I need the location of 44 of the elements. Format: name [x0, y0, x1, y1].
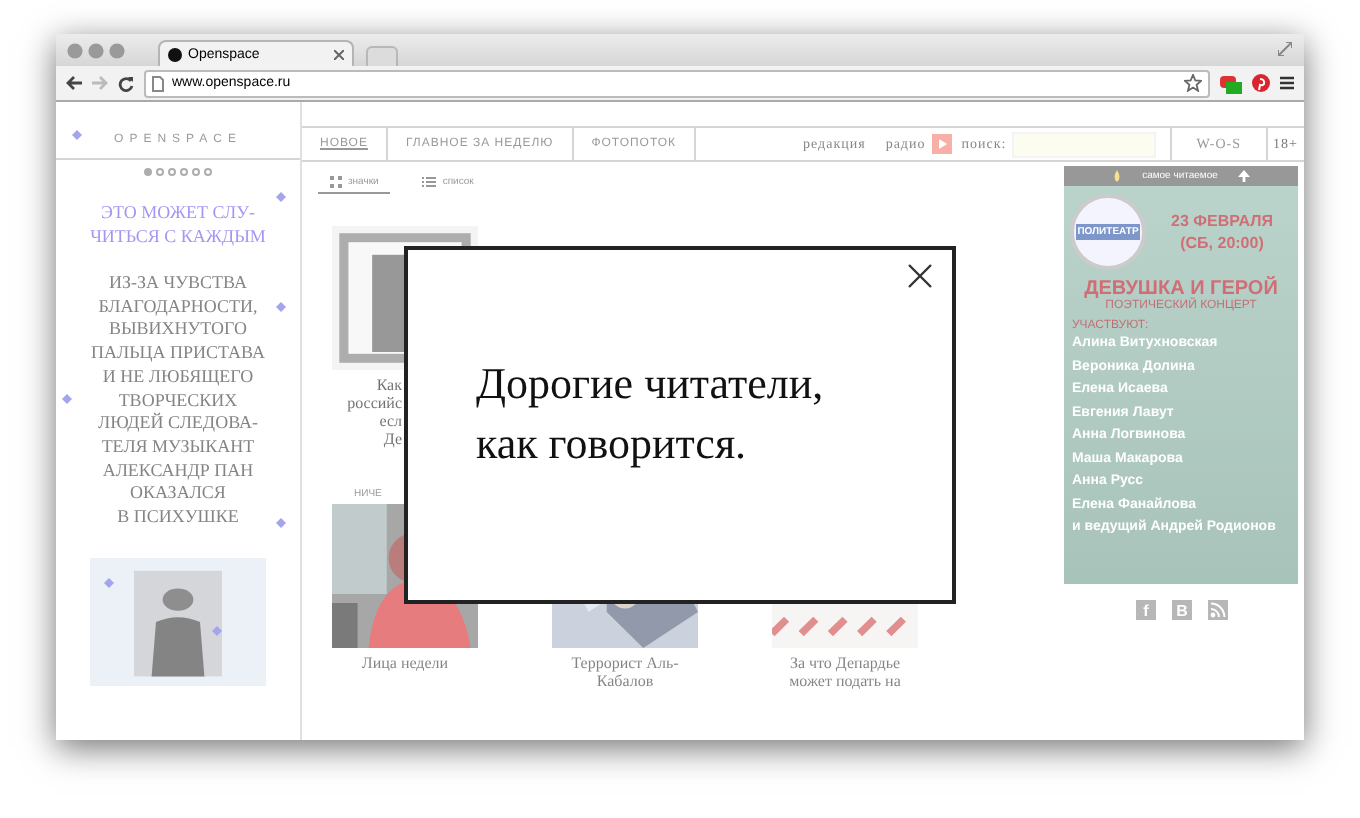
diamond-icon [104, 578, 114, 588]
close-icon[interactable] [908, 264, 932, 288]
drop-icon [1112, 170, 1123, 182]
favicon-icon [168, 47, 182, 61]
pin-icon[interactable] [1252, 74, 1270, 92]
diamond-icon [276, 302, 286, 312]
slider-dot[interactable] [204, 168, 212, 176]
list-icon [422, 176, 437, 188]
new-tab-button[interactable] [366, 46, 398, 66]
diamond-icon [62, 394, 72, 404]
slider-dot[interactable] [144, 168, 152, 176]
extension-icon[interactable] [1220, 73, 1242, 93]
reload-icon[interactable] [118, 75, 134, 91]
promo-headline[interactable]: ЭТО МОЖЕТ СЛУ- ЧИТЬСЯ С КАЖДЫМ [90, 200, 266, 248]
star-icon[interactable] [1184, 74, 1202, 92]
ad-banner[interactable] [1064, 166, 1298, 584]
diamond-icon [212, 626, 222, 636]
diamond-icon [276, 518, 286, 528]
diamond-icon [72, 130, 82, 140]
search-field[interactable] [1012, 131, 1157, 157]
page-icon [152, 75, 164, 91]
play-icon[interactable] [931, 134, 952, 154]
event-date: 23 ФЕВРАЛЯ [1169, 210, 1275, 232]
article-title[interactable]: Террорист Аль- Кабалов [552, 654, 698, 690]
fullscreen-icon[interactable] [1278, 42, 1292, 56]
window-controls-icon[interactable] [66, 41, 126, 59]
event-time: (СБ, 20:00) [1178, 232, 1266, 254]
back-icon[interactable] [66, 76, 82, 90]
social-icon[interactable]: f [1136, 600, 1156, 620]
event-title: ДЕВУШКА И ГЕРОЙ [1082, 278, 1280, 300]
forward-icon[interactable] [92, 76, 108, 90]
menu-icon[interactable] [1280, 76, 1294, 90]
article-title[interactable]: Лица недели [332, 654, 478, 672]
modal-message: Дорогие читатели, как говорится. [476, 356, 826, 472]
social-icon[interactable]: В [1172, 600, 1192, 620]
rss-icon[interactable] [1208, 600, 1228, 620]
promo-text: ИЗ-ЗА ЧУВСТВА БЛАГОДАРНОСТИ, ВЫВИХНУТОГО ПАЛЬЦА ПРИСТАВА И НЕ ЛЮБЯЩЕГО ТВОРЧЕСКИХ ЛЮДЕЙ СЛЕДОВА- ТЕЛЯ МУЗЫКАНТ АЛЕКСАНДР ПАН ОКАЗАЛСЯ В ПСИХУШКЕ [90, 272, 265, 530]
slider-dot[interactable] [156, 168, 164, 176]
diamond-icon [276, 192, 286, 202]
grid-icon [330, 176, 342, 188]
slider-dot[interactable] [168, 168, 176, 176]
article-title[interactable]: За что Депардье может подать на [772, 654, 918, 690]
slider-dot[interactable] [192, 168, 200, 176]
slider-dot[interactable] [180, 168, 188, 176]
